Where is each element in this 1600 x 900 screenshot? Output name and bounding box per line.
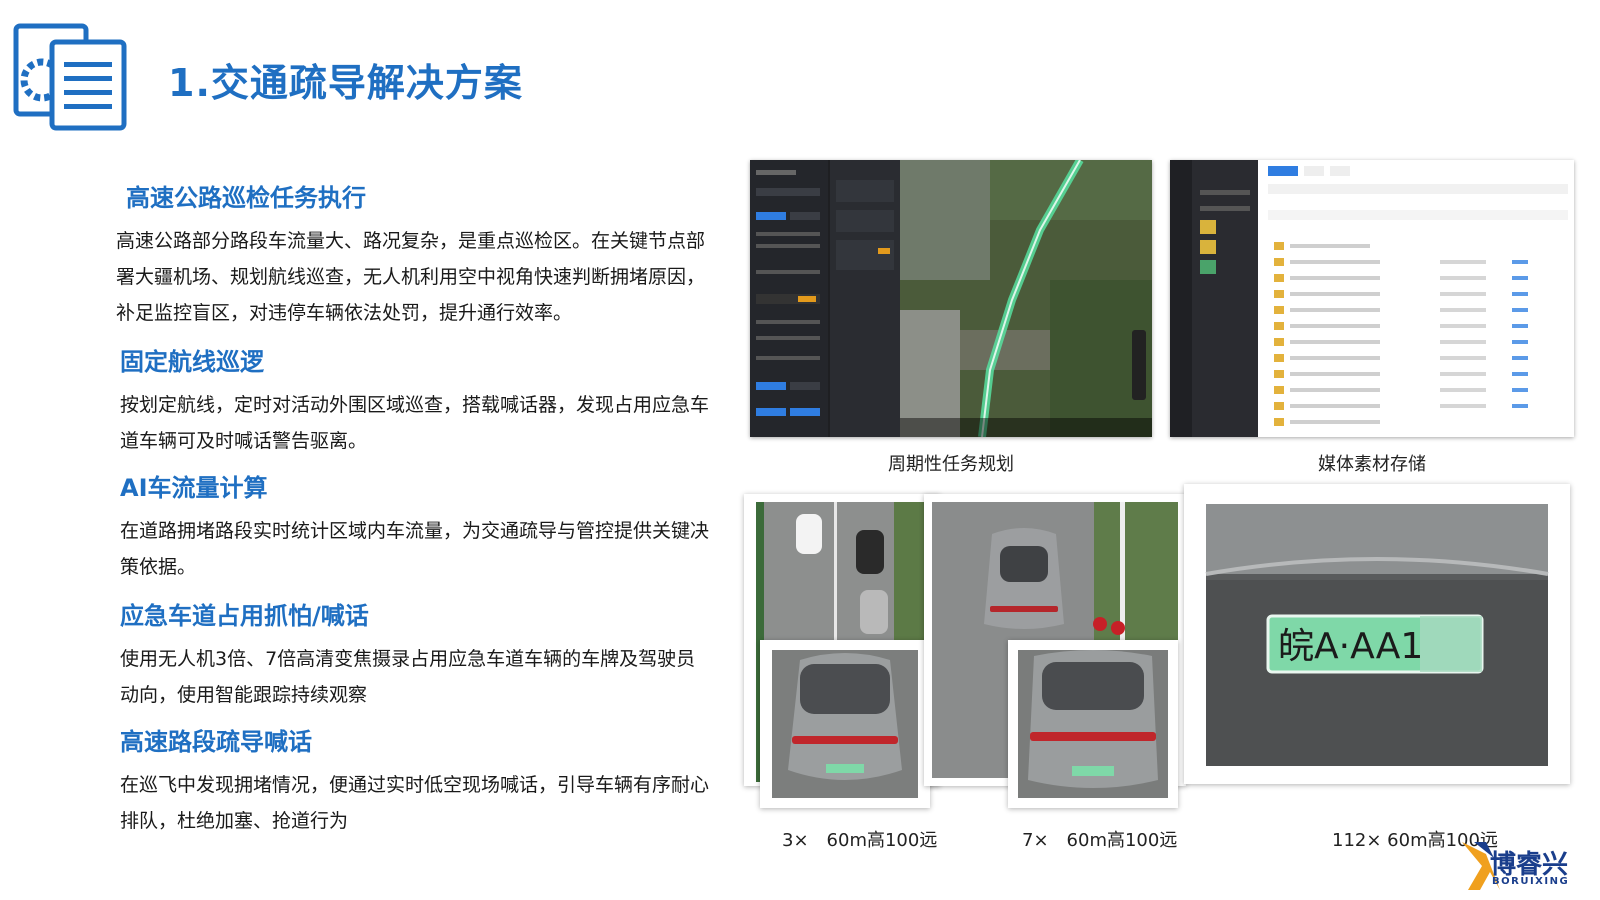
section-ai-traffic: AI车流量计算 在道路拥堵路段实时统计区域内车流量，为交通疏导与管控提供关键决策…: [120, 468, 710, 585]
section-body: 在道路拥堵路段实时统计区域内车流量，为交通疏导与管控提供关键决策依据。: [120, 520, 710, 578]
section-body: 在巡飞中发现拥堵情况，便通过实时低空现场喊话，引导车辆有序耐心排队，杜绝加塞、抢…: [120, 774, 710, 832]
section-emergency-lane: 应急车道占用抓怕/喊话 使用无人机3倍、7倍高清变焦摄录占用应急车道车辆的车牌及…: [120, 596, 710, 713]
zoom-3x-caption: 3× 60m高100远: [782, 830, 938, 851]
task-planning-caption: 周期性任务规划: [888, 454, 1014, 475]
media-storage-caption: 媒体素材存储: [1318, 454, 1426, 475]
section-guidance-broadcast: 高速路段疏导喊话 在巡飞中发现拥堵情况，便通过实时低空现场喊话，引导车辆有序耐心…: [120, 722, 710, 839]
zoom-7x-caption: 7× 60m高100远: [1022, 830, 1178, 851]
section-heading: 应急车道占用抓怕/喊话: [120, 602, 369, 630]
section-body: 使用无人机3倍、7倍高清变焦摄录占用应急车道车辆的车牌及驾驶员动向，使用智能跟踪…: [120, 648, 696, 706]
media-storage-graphic: [1170, 160, 1568, 437]
license-plate-112x-image: 皖A·AA1: [1205, 504, 1549, 766]
section-heading: AI车流量计算: [120, 474, 268, 502]
zoom-3x-inset: [760, 640, 930, 808]
zoom-7x-inset: [1008, 640, 1178, 808]
document-gear-icon: [13, 23, 127, 131]
section-heading: 高速公路巡检任务执行: [126, 184, 366, 212]
car-rear-3x-image: [772, 650, 918, 798]
section-fixed-route: 固定航线巡逻 按划定航线，定时对活动外围区域巡查，搭载喊话器，发现占用应急车道车…: [120, 342, 710, 459]
car-rear-7x-image: [1018, 650, 1168, 798]
zoom-112x-panel: 皖A·AA1: [1184, 484, 1570, 784]
section-highway-patrol: 高速公路巡检任务执行 高速公路部分路段车流量大、路况复杂，是重点巡检区。在关键节…: [116, 178, 710, 331]
task-planning-screenshot: [750, 160, 1152, 437]
section-body: 按划定航线，定时对活动外围区域巡查，搭载喊话器，发现占用应急车道车辆可及时喊话警…: [120, 394, 710, 452]
media-storage-screenshot: [1170, 160, 1574, 437]
section-heading: 高速路段疏导喊话: [120, 728, 312, 756]
task-planning-graphic: [750, 160, 1152, 437]
logo-sub: BORUIXING: [1492, 876, 1570, 887]
section-heading: 固定航线巡逻: [120, 348, 264, 376]
plate-text: 皖A·AA1: [1278, 626, 1423, 667]
section-body: 高速公路部分路段车流量大、路况复杂，是重点巡检区。在关键节点部署大疆机场、规划航…: [116, 230, 706, 324]
page-title: 1.交通疏导解决方案: [168, 61, 523, 105]
